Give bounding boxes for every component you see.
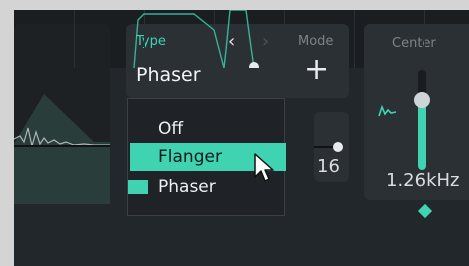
value-readout: 16 <box>317 156 340 177</box>
plugin-window: Type ‹ › Phaser Mode + 16 Center 1.26kHz <box>14 10 469 266</box>
dropdown-option-off[interactable]: Off <box>128 115 284 143</box>
selected-marker-icon <box>128 180 148 194</box>
dropdown-option-label: Off <box>158 119 184 139</box>
diamond-icon[interactable] <box>417 203 433 219</box>
value-panel: 16 <box>314 112 349 182</box>
modulation-icon <box>378 104 397 117</box>
curve-handle[interactable] <box>249 62 259 68</box>
analyzer-panel <box>14 10 469 68</box>
dropdown-option-label: Flanger <box>158 147 222 167</box>
dropdown-option-label: Phaser <box>158 177 216 197</box>
response-curve <box>133 10 259 68</box>
value-slider-knob[interactable] <box>333 142 343 152</box>
center-value: 1.26kHz <box>386 170 460 191</box>
mouse-cursor-icon <box>254 153 274 182</box>
center-slider-fill <box>418 100 426 170</box>
center-slider[interactable] <box>414 70 430 170</box>
center-slider-knob[interactable] <box>414 92 430 108</box>
